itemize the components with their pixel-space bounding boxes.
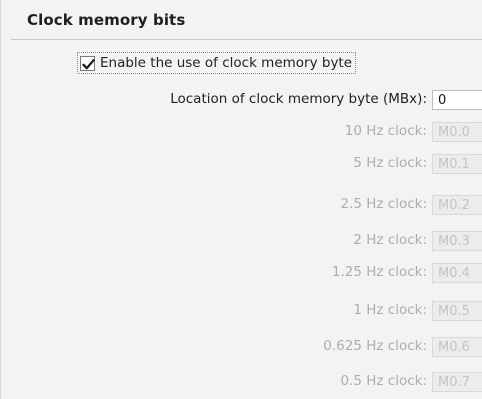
section-title: Clock memory bits: [27, 11, 186, 29]
location-row: Location of clock memory byte (MBx): 0: [62, 90, 482, 110]
location-label: Location of clock memory byte (MBx):: [170, 91, 427, 107]
clock-bit-label: 1 Hz clock:: [353, 302, 427, 318]
clock-bit-row: 2 Hz clock: M0.3: [62, 231, 482, 251]
clock-bit-label: 10 Hz clock:: [344, 123, 427, 139]
clock-bit-field: M0.6: [432, 337, 482, 357]
enable-clock-memory-checkbox-row[interactable]: Enable the use of clock memory byte: [77, 52, 357, 74]
clock-bit-label: 1.25 Hz clock:: [331, 264, 427, 280]
clock-bit-field: M0.3: [432, 231, 482, 251]
clock-bit-row: 0.625 Hz clock: M0.6: [62, 337, 482, 357]
clock-bit-label: 5 Hz clock:: [353, 155, 427, 171]
section-header: Clock memory bits: [11, 0, 482, 40]
clock-bit-field: M0.5: [432, 301, 482, 321]
location-input[interactable]: 0: [432, 90, 482, 110]
clock-bit-row: 5 Hz clock: M0.1: [62, 154, 482, 174]
clock-bit-row: 1 Hz clock: M0.5: [62, 301, 482, 321]
clock-bit-row: 2.5 Hz clock: M0.2: [62, 195, 482, 215]
checkmark-icon: [82, 58, 95, 69]
clock-bit-row: 0.5 Hz clock: M0.7: [62, 372, 482, 392]
clock-memory-panel: Clock memory bits Enable the use of cloc…: [0, 0, 482, 399]
clock-bit-row: 1.25 Hz clock: M0.4: [62, 263, 482, 283]
clock-bit-field: M0.1: [432, 154, 482, 174]
clock-bit-field: M0.4: [432, 263, 482, 283]
clock-bit-label: 0.625 Hz clock:: [323, 338, 427, 354]
clock-bit-label: 2.5 Hz clock:: [340, 196, 427, 212]
clock-bit-label: 2 Hz clock:: [353, 232, 427, 248]
enable-clock-memory-checkbox[interactable]: [80, 55, 95, 71]
clock-bit-field: M0.0: [432, 122, 482, 142]
enable-clock-memory-label: Enable the use of clock memory byte: [100, 55, 353, 71]
clock-bit-label: 0.5 Hz clock:: [340, 373, 427, 389]
clock-bit-field: M0.7: [432, 372, 482, 392]
clock-bit-field: M0.2: [432, 195, 482, 215]
clock-bit-row: 10 Hz clock: M0.0: [62, 122, 482, 142]
